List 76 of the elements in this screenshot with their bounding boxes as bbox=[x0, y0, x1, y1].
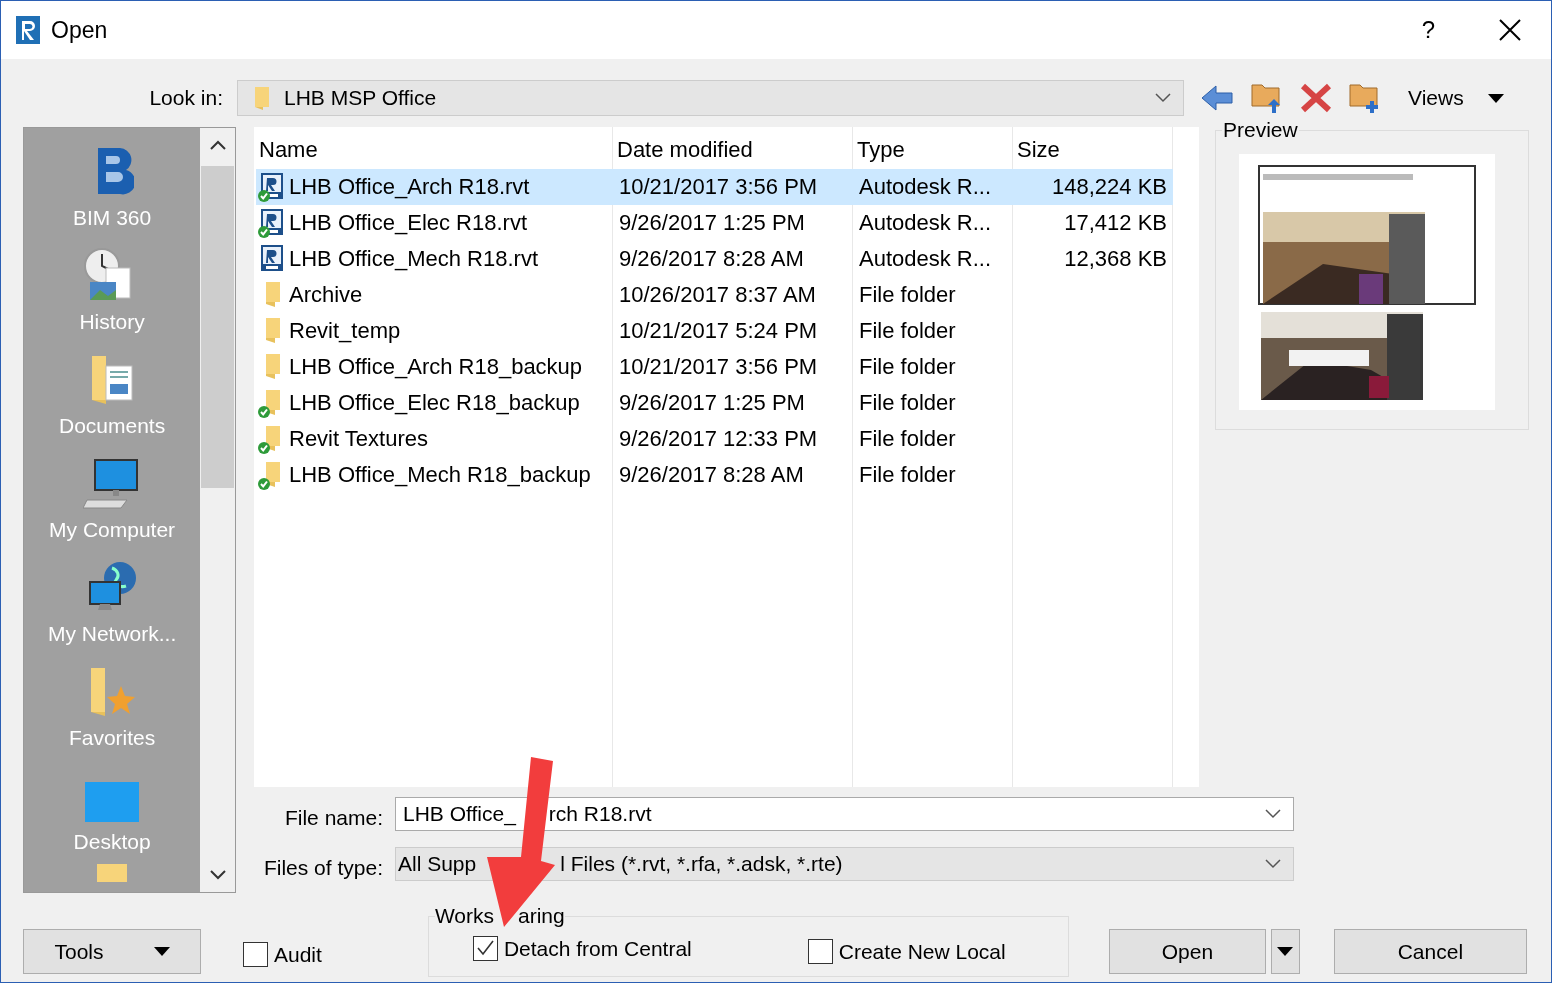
cancel-button[interactable]: Cancel bbox=[1333, 929, 1527, 974]
caret-icon bbox=[1277, 947, 1294, 956]
checkbox[interactable] bbox=[243, 942, 268, 967]
chevron-down-icon[interactable] bbox=[1265, 859, 1281, 869]
file-size: 12,368 KB bbox=[1064, 246, 1167, 271]
file-row[interactable]: LHB Office_Elec R18.rvt 9/26/2017 1:25 PM Autodesk R... 17,412 KB bbox=[256, 205, 1173, 241]
file-name: Archive bbox=[289, 282, 363, 308]
file-row[interactable]: Archive 10/26/2017 8:37 AM File folder bbox=[256, 277, 1173, 313]
checkbox[interactable] bbox=[807, 939, 833, 964]
file-size: 17,412 KB bbox=[1064, 210, 1167, 235]
date-modified: 10/21/2017 5:24 PM bbox=[619, 318, 818, 343]
file-row[interactable]: LHB Office_Arch R18_backup 10/21/2017 3:56 PM File folder bbox=[256, 349, 1173, 385]
checkbox-label[interactable]: Create New Local bbox=[838, 939, 1006, 964]
column-header[interactable]: Name bbox=[254, 127, 611, 169]
file-name: LHB Office_Arch R18.rvt bbox=[289, 174, 530, 200]
date-modified: 9/26/2017 12:33 PM bbox=[619, 426, 818, 451]
file-row[interactable]: LHB Office_Elec R18_backup 9/26/2017 1:25 PM File folder bbox=[256, 385, 1173, 421]
delete-icon[interactable] bbox=[1300, 83, 1332, 113]
file-type: File folder bbox=[859, 318, 956, 343]
back-arrow-icon[interactable] bbox=[1200, 83, 1234, 113]
scroll-down-icon[interactable] bbox=[209, 870, 226, 880]
look-in-label: Look in: bbox=[148, 86, 224, 110]
date-modified: 9/26/2017 1:25 PM bbox=[619, 210, 805, 235]
file-type: File folder bbox=[859, 282, 956, 307]
chevron-down-icon[interactable] bbox=[1155, 93, 1171, 103]
file-row[interactable]: Revit Textures 9/26/2017 12:33 PM File folder bbox=[256, 421, 1173, 457]
dropdown-button[interactable] bbox=[1270, 929, 1300, 974]
file-type: File folder bbox=[859, 462, 956, 487]
checked-checkbox[interactable] bbox=[472, 936, 498, 961]
file-row[interactable]: LHB Office_Mech R18_backup 9/26/2017 8:28 AM File folder bbox=[256, 457, 1173, 493]
file-name: Revit_temp bbox=[289, 318, 401, 344]
file-type: File folder bbox=[859, 354, 956, 379]
file-type: Autodesk R... bbox=[859, 210, 992, 235]
file-name: LHB Office_Arch R18_backup bbox=[289, 354, 583, 380]
app-logo-icon bbox=[15, 15, 41, 45]
window-title: Open bbox=[51, 16, 109, 44]
column-header[interactable]: Type bbox=[851, 127, 1011, 169]
checkbox-label[interactable]: Audit bbox=[274, 942, 322, 967]
file-size: 148,224 KB bbox=[1052, 174, 1167, 199]
caret-icon[interactable] bbox=[1487, 93, 1504, 103]
scroll-thumb[interactable] bbox=[201, 166, 235, 488]
tools-button[interactable]: Tools bbox=[23, 929, 201, 974]
file-row[interactable]: LHB Office_Mech R18.rvt 9/26/2017 8:28 AM Autodesk R... 12,368 KB bbox=[256, 241, 1173, 277]
file-type: File folder bbox=[859, 426, 956, 451]
date-modified: 9/26/2017 8:28 AM bbox=[619, 462, 804, 487]
file-name: Revit Textures bbox=[289, 426, 428, 452]
chevron-down-icon[interactable] bbox=[1265, 809, 1281, 819]
file-name: LHB Office_Mech R18_backup bbox=[289, 462, 591, 488]
file-name-label: File name: bbox=[283, 806, 384, 830]
column-header[interactable]: Size bbox=[1011, 127, 1171, 169]
caret-icon bbox=[153, 947, 170, 956]
date-modified: 9/26/2017 8:28 AM bbox=[619, 246, 804, 271]
file-name: LHB Office_Mech R18.rvt bbox=[289, 246, 539, 272]
file-name-field[interactable]: LHB Office_ rch R18.rvt bbox=[395, 797, 1294, 831]
date-modified: 10/21/2017 3:56 PM bbox=[619, 174, 818, 199]
help-button[interactable]: ? bbox=[1421, 16, 1435, 44]
file-type-dropdown[interactable]: All Supp l Files (*.rvt, *.rfa, *.adsk, *.rte) bbox=[395, 847, 1294, 881]
scrollbar[interactable] bbox=[200, 128, 235, 892]
checkbox-label[interactable]: Detach from Central bbox=[503, 936, 692, 961]
file-row[interactable]: Revit_temp 10/21/2017 5:24 PM File folder bbox=[256, 313, 1173, 349]
file-name: LHB Office_Elec R18_backup bbox=[289, 390, 580, 416]
views-menu[interactable]: Views bbox=[1408, 86, 1464, 110]
file-type: Autodesk R... bbox=[859, 174, 992, 199]
close-icon[interactable] bbox=[1499, 19, 1521, 41]
file-row[interactable]: LHB Office_Arch R18.rvt 10/21/2017 3:56 PM Autodesk R... 148,224 KB bbox=[256, 169, 1173, 205]
scroll-up-icon[interactable] bbox=[209, 140, 226, 150]
column-header[interactable]: Date modified bbox=[611, 127, 851, 169]
file-name: LHB Office_Elec R18.rvt bbox=[289, 210, 528, 236]
open-button[interactable]: Open bbox=[1108, 929, 1266, 974]
date-modified: 9/26/2017 1:25 PM bbox=[619, 390, 805, 415]
date-modified: 10/26/2017 8:37 AM bbox=[619, 282, 816, 307]
file-type-label: Files of type: bbox=[262, 856, 384, 880]
file-type: File folder bbox=[859, 390, 956, 415]
look-in-dropdown[interactable]: LHB MSP Office bbox=[237, 80, 1184, 116]
file-type: Autodesk R... bbox=[859, 246, 992, 271]
date-modified: 10/21/2017 3:56 PM bbox=[619, 354, 818, 379]
